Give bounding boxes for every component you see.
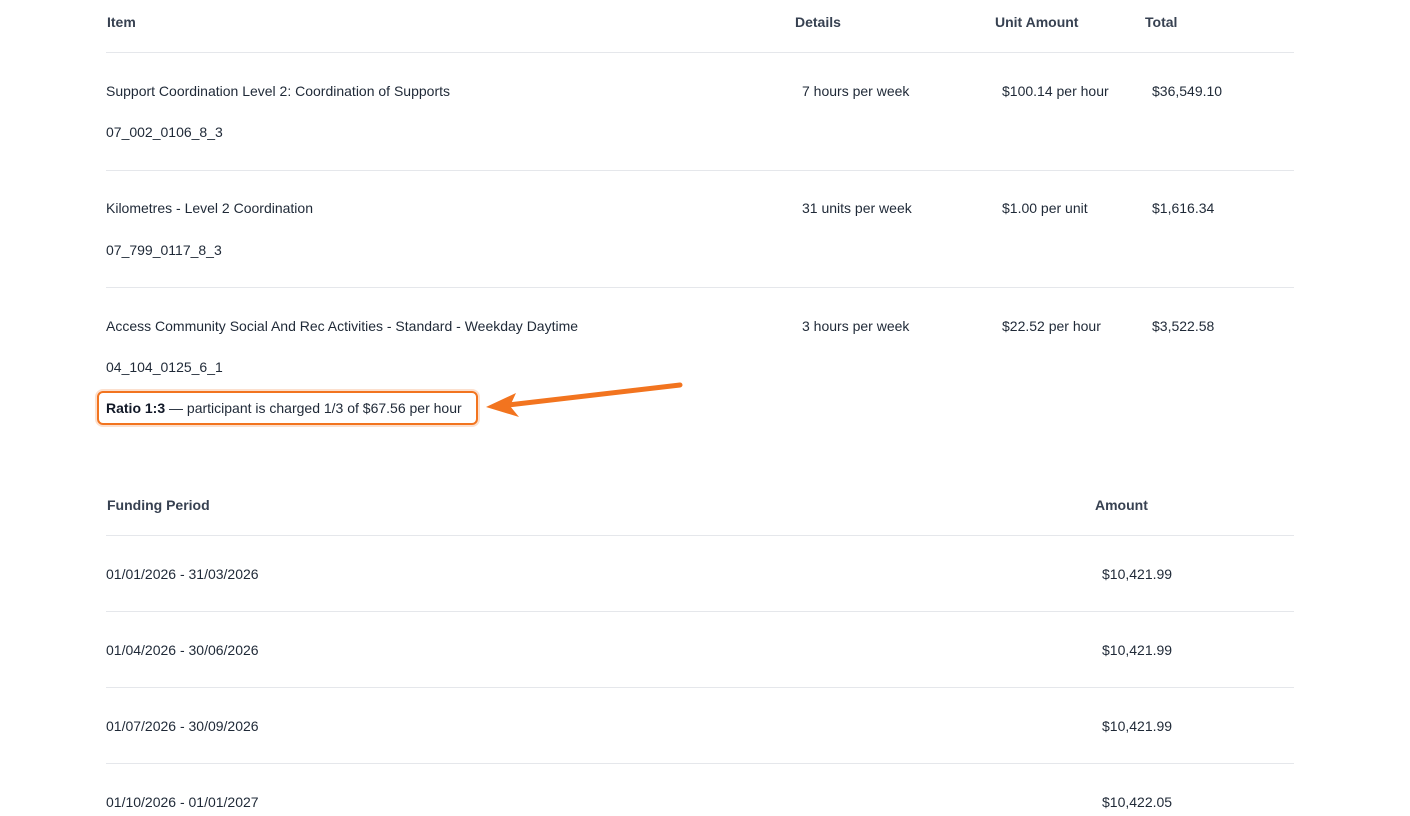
item-details: 3 hours per week: [802, 318, 910, 334]
funding-amount: $10,421.99: [1102, 642, 1173, 658]
arrow-left-icon: [486, 382, 683, 417]
item-total: $36,549.10: [1152, 83, 1223, 99]
funding-amount: $10,421.99: [1102, 718, 1173, 734]
row-divider: [106, 170, 1294, 171]
funding-amount: $10,422.05: [1102, 794, 1173, 810]
item-code: 04_104_0125_6_1: [106, 359, 223, 375]
row-divider: [106, 687, 1294, 688]
funding-amount: $10,421.99: [1102, 566, 1173, 582]
ratio-label: Ratio 1:3: [106, 400, 166, 416]
row-divider: [106, 611, 1294, 612]
item-name: Support Coordination Level 2: Coordinati…: [106, 83, 450, 99]
header-unit-amount: Unit Amount: [995, 14, 1079, 30]
item-total: $1,616.34: [1152, 200, 1215, 216]
ratio-text: — participant is charged 1/3 of $67.56 p…: [165, 400, 462, 416]
funding-period: 01/10/2026 - 01/01/2027: [106, 794, 259, 810]
header-amount: Amount: [1095, 497, 1148, 513]
item-name: Kilometres - Level 2 Coordination: [106, 200, 313, 216]
row-divider: [106, 763, 1294, 764]
header-funding-period: Funding Period: [107, 497, 210, 513]
header-details: Details: [795, 14, 841, 30]
header-divider: [106, 535, 1294, 536]
funding-period: 01/07/2026 - 30/09/2026: [106, 718, 259, 734]
item-unit-amount: $1.00 per unit: [1002, 200, 1088, 216]
item-total: $3,522.58: [1152, 318, 1215, 334]
item-unit-amount: $100.14 per hour: [1002, 83, 1109, 99]
funding-period: 01/04/2026 - 30/06/2026: [106, 642, 259, 658]
header-divider: [106, 52, 1294, 53]
funding-period: 01/01/2026 - 31/03/2026: [106, 566, 259, 582]
header-item: Item: [107, 14, 136, 30]
item-unit-amount: $22.52 per hour: [1002, 318, 1101, 334]
item-code: 07_002_0106_8_3: [106, 124, 223, 140]
row-divider: [106, 287, 1294, 288]
item-name: Access Community Social And Rec Activiti…: [106, 318, 579, 334]
header-total: Total: [1145, 14, 1178, 30]
ratio-note-highlight: Ratio 1:3 — participant is charged 1/3 o…: [97, 391, 478, 425]
item-code: 07_799_0117_8_3: [106, 242, 222, 258]
item-details: 31 units per week: [802, 200, 912, 216]
item-details: 7 hours per week: [802, 83, 910, 99]
